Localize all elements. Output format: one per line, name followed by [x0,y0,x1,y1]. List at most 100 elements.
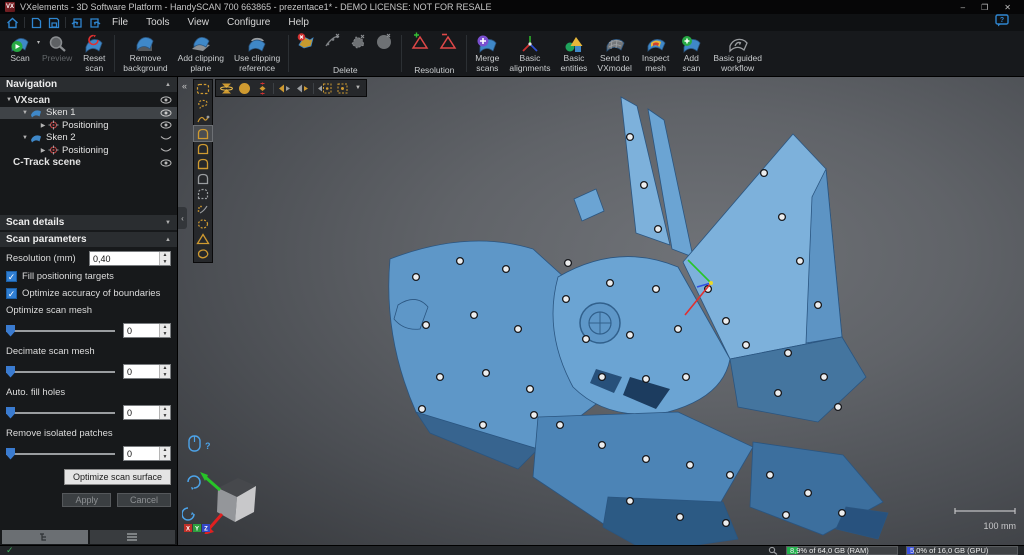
slider-thumb[interactable] [6,407,15,419]
scan-details-header[interactable]: Scan details ▼ [0,215,177,230]
ram-usage-gauge: 8,9% of 64,0 GB (RAM) [786,546,898,555]
menu-view[interactable]: View [178,14,218,31]
apply-button[interactable]: Apply [62,493,111,507]
spin-down-icon[interactable]: ▼ [160,259,170,266]
slider-track[interactable] [6,453,115,455]
delete-selection-icon[interactable] [296,32,316,55]
tree-item-sken2[interactable]: ▼ Sken 2 [0,132,177,145]
expander-icon[interactable]: ▶ [38,122,48,129]
visibility-eye-closed-icon[interactable] [160,146,172,154]
export-session-icon[interactable] [86,15,103,30]
expander-icon[interactable]: ▶ [38,147,48,154]
slider-value-input[interactable] [124,406,159,419]
menu-configure[interactable]: Configure [218,14,279,31]
tree-item-positioning-1[interactable]: ▶ Positioning [0,119,177,132]
positioning-target-dot [779,214,786,221]
visibility-eye-icon[interactable] [160,159,172,167]
navigation-header[interactable]: Navigation ▲ [0,77,177,92]
expander-icon[interactable]: ▼ [20,135,30,141]
rotate-up-arrow-icon[interactable] [188,476,200,490]
new-file-icon[interactable] [28,15,45,30]
scan-button[interactable]: Scan ▾ [3,31,37,76]
scan-model-canvas[interactable] [178,77,1024,545]
tree-item-positioning-2[interactable]: ▶ Positioning [0,144,177,157]
slider-thumb[interactable] [6,448,15,460]
checkbox-checked-icon[interactable]: ✓ [6,271,17,282]
optimize-scan-surface-button[interactable]: Optimize scan surface [64,469,171,485]
slider-track[interactable] [6,412,115,414]
increase-resolution-icon[interactable] [409,32,431,56]
scan-parameters-header[interactable]: Scan parameters ▲ [0,232,177,247]
maximize-button[interactable]: ❐ [981,3,988,12]
positioning-target-dot [413,274,420,281]
list-view-toggle-button[interactable] [90,530,176,544]
basic-entities-button[interactable]: Basic entities [555,31,592,76]
menu-file[interactable]: File [103,14,137,31]
spinner-buttons[interactable]: ▲▼ [159,365,170,378]
slider-value-field[interactable]: ▲▼ [123,364,171,379]
minimize-button[interactable]: – [961,3,965,12]
feedback-bubble-icon[interactable]: ? [995,14,1010,32]
tree-item-sken1[interactable]: ▼ Sken 1 [0,107,177,120]
slider-value-input[interactable] [124,365,159,378]
navigation-tree: ▼ VXscan ▼ Sken 1 ▶ [0,92,177,169]
positioning-target-dot [627,134,634,141]
import-session-icon[interactable] [69,15,86,30]
rotate-down-arrow-icon[interactable] [182,508,194,520]
visibility-eye-closed-icon[interactable] [160,134,172,142]
fill-targets-checkbox-row[interactable]: ✓ Fill positioning targets [6,271,171,282]
resolution-input[interactable] [90,252,159,265]
slider-value-input[interactable] [124,447,159,460]
basic-guided-workflow-icon [726,33,750,54]
expander-icon[interactable]: ▼ [4,97,14,103]
inspect-mesh-button[interactable]: Inspect mesh [637,31,674,76]
slider-track[interactable] [6,330,115,332]
use-clipping-reference-button[interactable]: Use clipping reference [229,31,285,76]
spin-down-icon[interactable]: ▼ [160,413,170,420]
preview-magnifier-icon [46,33,68,54]
merge-scans-button[interactable]: Merge scans [470,31,504,76]
save-icon[interactable] [45,15,62,30]
spin-down-icon[interactable]: ▼ [160,372,170,379]
basic-guided-workflow-button[interactable]: Basic guided workflow [708,31,767,76]
remove-background-button[interactable]: Remove background [118,31,172,76]
add-scan-button[interactable]: Add scan [674,31,708,76]
spinner-buttons[interactable]: ▲▼ [159,252,170,265]
mouse-help-icon[interactable]: ? [189,436,211,451]
send-to-vxmodel-button[interactable]: Send to VXmodel [592,31,637,76]
close-button[interactable]: ✕ [1004,3,1011,12]
slider-thumb[interactable] [6,366,15,378]
spinner-buttons[interactable]: ▲▼ [159,324,170,337]
positioning-target-dot [437,374,444,381]
decrease-resolution-icon[interactable] [437,32,459,56]
cancel-button[interactable]: Cancel [117,493,171,507]
slider-value-field[interactable]: ▲▼ [123,323,171,338]
spin-down-icon[interactable]: ▼ [160,331,170,338]
resolution-field[interactable]: ▲▼ [89,251,171,266]
slider-value-input[interactable] [124,324,159,337]
menu-help[interactable]: Help [279,14,318,31]
optimize-boundaries-checkbox-row[interactable]: ✓ Optimize accuracy of boundaries [6,288,171,299]
expander-icon[interactable]: ▼ [20,110,30,116]
positioning-target-dot [503,266,510,273]
slider-value-field[interactable]: ▲▼ [123,446,171,461]
visibility-eye-icon[interactable] [160,96,172,104]
spinner-buttons[interactable]: ▲▼ [159,447,170,460]
menu-tools[interactable]: Tools [137,14,178,31]
reset-scan-button[interactable]: Reset scan [77,31,111,76]
spin-down-icon[interactable]: ▼ [160,454,170,461]
home-icon[interactable] [4,15,21,30]
add-clipping-plane-button[interactable]: Add clipping plane [173,31,229,76]
slider-value-field[interactable]: ▲▼ [123,405,171,420]
visibility-eye-icon[interactable] [160,121,172,129]
tree-view-toggle-button[interactable] [2,530,88,544]
tree-item-ctrack-scene[interactable]: C-Track scene [0,157,177,170]
tree-item-vxscan[interactable]: ▼ VXscan [0,94,177,107]
spinner-buttons[interactable]: ▲▼ [159,406,170,419]
viewport-3d[interactable]: « ▼ ‹ [178,77,1024,545]
checkbox-checked-icon[interactable]: ✓ [6,288,17,299]
slider-thumb[interactable] [6,325,15,337]
visibility-eye-icon[interactable] [160,109,172,117]
slider-track[interactable] [6,371,115,373]
basic-alignments-button[interactable]: Basic alignments [504,31,555,76]
